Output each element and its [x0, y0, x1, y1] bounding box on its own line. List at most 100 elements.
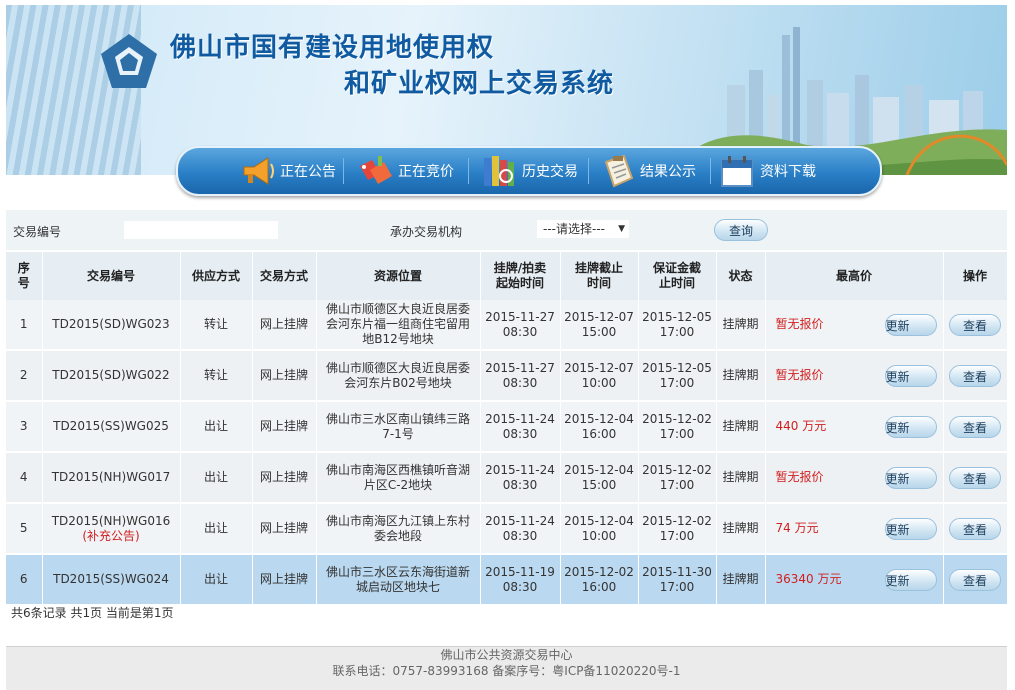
trade-no-text: TD2015(SD)WG023 — [52, 317, 170, 331]
cell-start-time: 2015-11-24 08:30 — [480, 452, 561, 504]
trade-no-input[interactable] — [124, 221, 278, 239]
col-header-price: 最高价 — [765, 252, 944, 300]
cell-end-time: 2015-12-07 15:00 — [560, 300, 639, 351]
footer-org: 佛山市公共资源交易中心 — [440, 648, 573, 662]
cell-end-time: 2015-12-04 15:00 — [560, 452, 639, 504]
update-button[interactable]: 更新 — [884, 569, 937, 591]
agency-label: 承办交易机构 — [390, 225, 463, 239]
cell-seq: 2 — [6, 350, 43, 402]
col-header-action: 操作 — [943, 252, 1008, 300]
cell-action: 查看 — [943, 554, 1008, 606]
view-button[interactable]: 查看 — [949, 517, 1001, 540]
cell-trade-mode: 网上挂牌 — [252, 350, 317, 402]
col-header-status: 状态 — [716, 252, 766, 300]
col-header-deposit: 保证金截止时间 — [638, 252, 717, 300]
price-value: 36340 万元 — [775, 572, 842, 586]
table-row[interactable]: 6 TD2015(SS)WG024 出让 网上挂牌 佛山市三水区云东海街道新城启动区地块… — [6, 554, 1008, 606]
cell-end-time: 2015-12-07 10:00 — [560, 350, 639, 402]
view-button[interactable]: 查看 — [949, 466, 1001, 489]
table-row[interactable]: 2 TD2015(SD)WG022 转让 网上挂牌 佛山市顺德区大良近良居委会河东片B0… — [6, 350, 1008, 402]
nav-item-announcing[interactable]: 正在公告 — [238, 154, 336, 188]
cell-trade-mode: 网上挂牌 — [252, 554, 317, 606]
col-header-end: 挂牌截止时间 — [560, 252, 639, 300]
nav-item-history[interactable]: 历史交易 — [480, 154, 578, 188]
cell-location: 佛山市南海区西樵镇听音湖片区C-2地块 — [316, 452, 481, 504]
cell-price: 74 万元 更新 — [765, 503, 944, 555]
col-header-trade-no: 交易编号 — [42, 252, 181, 300]
price-value: 暂无报价 — [775, 368, 824, 382]
cell-price: 36340 万元 更新 — [765, 554, 944, 606]
cell-deposit-time: 2015-11-30 17:00 — [638, 554, 717, 606]
site-title-line1: 佛山市国有建设用地使用权 — [170, 33, 495, 63]
cell-start-time: 2015-11-27 08:30 — [480, 300, 561, 351]
table-header-row: 序号 交易编号 供应方式 交易方式 资源位置 挂牌/拍卖起始时间 挂牌截止时间 … — [6, 252, 1008, 300]
cell-status: 挂牌期 — [716, 401, 766, 453]
nav-item-label: 资料下载 — [760, 164, 816, 180]
update-button[interactable]: 更新 — [884, 416, 937, 438]
books-icon — [484, 156, 514, 186]
trade-no-text: TD2015(NH)WG016 — [51, 513, 171, 528]
view-button[interactable]: 查看 — [949, 415, 1001, 438]
update-button[interactable]: 更新 — [884, 467, 937, 489]
table-row[interactable]: 4 TD2015(NH)WG017 出让 网上挂牌 佛山市南海区西樵镇听音湖片区C-2地… — [6, 452, 1008, 504]
cell-location: 佛山市南海区九江镇上东村委会地段 — [316, 503, 481, 555]
cell-deposit-time: 2015-12-02 17:00 — [638, 452, 717, 504]
nav-item-downloads[interactable]: 资料下载 — [718, 154, 816, 188]
cell-trade-mode: 网上挂牌 — [252, 452, 317, 504]
cell-deposit-time: 2015-12-05 17:00 — [638, 300, 717, 351]
trade-no-text: TD2015(SS)WG025 — [53, 419, 169, 433]
view-button[interactable]: 查看 — [949, 568, 1001, 591]
cell-supply: 转让 — [180, 300, 253, 351]
cell-location: 佛山市顺德区大良近良居委会河东片福一组商住宅留用地B12号地块 — [316, 300, 481, 351]
cell-location: 佛山市三水区云东海街道新城启动区地块七 — [316, 554, 481, 606]
update-button[interactable]: 更新 — [884, 518, 937, 540]
nav-item-results[interactable]: 结果公示 — [598, 154, 696, 188]
cell-status: 挂牌期 — [716, 503, 766, 555]
nav-item-bidding[interactable]: 正在竞价 — [356, 154, 454, 188]
nav-divider — [588, 158, 589, 184]
cell-trade-mode: 网上挂牌 — [252, 503, 317, 555]
agency-select[interactable]: ---请选择--- ▼ — [537, 220, 629, 238]
price-value: 暂无报价 — [775, 470, 824, 484]
cell-trade-no: TD2015(NH)WG017 — [42, 452, 181, 504]
update-button[interactable]: 更新 — [884, 365, 937, 387]
view-button[interactable]: 查看 — [949, 364, 1001, 387]
price-value: 440 万元 — [775, 419, 827, 433]
cell-supply: 出让 — [180, 452, 253, 504]
cell-status: 挂牌期 — [716, 300, 766, 351]
view-button[interactable]: 查看 — [949, 313, 1001, 336]
query-button[interactable]: 查询 — [714, 219, 768, 241]
cell-status: 挂牌期 — [716, 554, 766, 606]
supplement-notice-link[interactable]: (补充公告) — [43, 529, 180, 544]
col-header-location: 资源位置 — [316, 252, 481, 300]
price-value: 暂无报价 — [775, 317, 824, 331]
site-logo-icon — [101, 34, 157, 88]
table-row[interactable]: 3 TD2015(SS)WG025 出让 网上挂牌 佛山市三水区南山镇纬三路7-1号 20… — [6, 401, 1008, 453]
update-button[interactable]: 更新 — [884, 314, 937, 336]
listing-table: 序号 交易编号 供应方式 交易方式 资源位置 挂牌/拍卖起始时间 挂牌截止时间 … — [6, 252, 1008, 606]
cell-trade-no: TD2015(SS)WG024 — [42, 554, 181, 606]
nav-item-label: 结果公示 — [640, 164, 696, 180]
cell-trade-no: TD2015(SD)WG023 — [42, 300, 181, 351]
site-title-line2: 和矿业权网上交易系统 — [344, 69, 615, 99]
cell-price: 暂无报价 更新 — [765, 350, 944, 402]
cell-status: 挂牌期 — [716, 350, 766, 402]
main-nav: 正在公告 正在竞价 历史交易 结果公示 资料下载 — [176, 146, 882, 196]
cell-seq: 6 — [6, 554, 43, 606]
nav-item-label: 正在竞价 — [398, 164, 454, 180]
cell-deposit-time: 2015-12-02 17:00 — [638, 503, 717, 555]
nav-item-label: 历史交易 — [522, 164, 578, 180]
pager-summary: 共6条记录 共1页 当前是第1页 — [11, 606, 174, 620]
cell-location: 佛山市顺德区大良近良居委会河东片B02号地块 — [316, 350, 481, 402]
trade-no-text: TD2015(NH)WG017 — [51, 470, 171, 484]
cell-status: 挂牌期 — [716, 452, 766, 504]
cell-trade-mode: 网上挂牌 — [252, 300, 317, 351]
cell-end-time: 2015-12-02 16:00 — [560, 554, 639, 606]
table-row[interactable]: 1 TD2015(SD)WG023 转让 网上挂牌 佛山市顺德区大良近良居委会河东片福一… — [6, 300, 1008, 351]
cell-trade-no: TD2015(NH)WG016 (补充公告) — [42, 503, 181, 555]
nav-divider — [468, 158, 469, 184]
table-row[interactable]: 5 TD2015(NH)WG016 (补充公告) 出让 网上挂牌 佛山市南海区九江镇上东村… — [6, 503, 1008, 555]
col-header-supply: 供应方式 — [180, 252, 253, 300]
cell-trade-no: TD2015(SS)WG025 — [42, 401, 181, 453]
price-value: 74 万元 — [775, 521, 819, 535]
